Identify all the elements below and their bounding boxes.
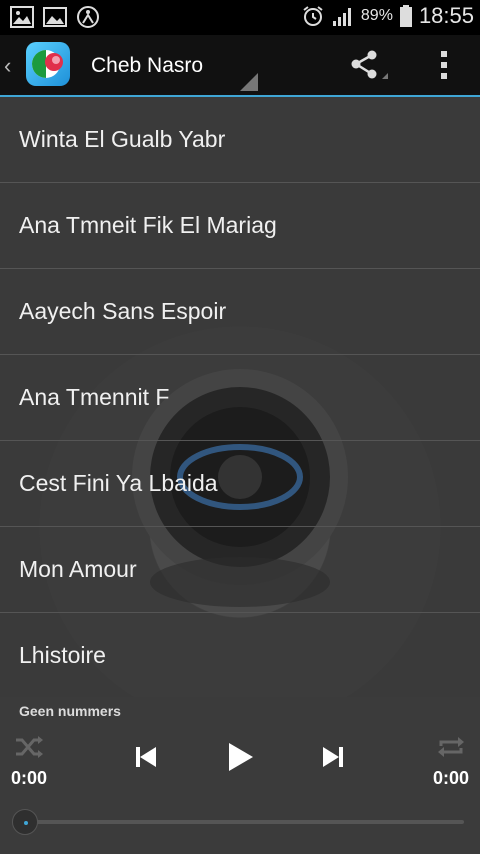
list-item[interactable]: Winta El Gualb Yabr [0,97,480,183]
app-title[interactable]: Cheb Nasro [91,54,203,78]
song-title: Lhistoire [19,642,106,668]
back-chevron-icon[interactable]: ‹ [4,53,11,79]
battery-icon [399,5,412,27]
play-icon[interactable] [219,737,259,777]
alarm-icon [303,6,323,26]
list-item[interactable]: Ana Tmneit Fik El Mariag [0,183,480,269]
list-item[interactable]: Cest Fini Ya Lbaida [0,441,480,527]
now-playing-status: Geen nummers [19,703,121,719]
share-icon[interactable] [348,49,388,83]
song-title: Winta El Gualb Yabr [19,126,226,152]
total-time: 0:00 [432,768,469,788]
song-title: Ana Tmennit F [19,384,170,410]
list-item[interactable]: Mon Amour [0,527,480,613]
list-item[interactable]: Aayech Sans Espoir [0,269,480,355]
action-bar: ‹ Cheb Nasro [0,35,480,95]
overflow-menu-icon[interactable] [436,49,452,81]
list-item[interactable]: Lhistoire [0,613,480,697]
song-title: Mon Amour [19,556,137,582]
previous-icon[interactable] [126,737,166,777]
list-item[interactable]: Ana Tmennit F [0,355,480,441]
song-title: Aayech Sans Espoir [19,298,227,324]
gallery-notification-icon [10,6,34,28]
accessibility-icon [76,6,100,28]
song-title: Cest Fini Ya Lbaida [19,470,218,496]
song-list[interactable]: Winta El Gualb Yabr Ana Tmneit Fik El Ma… [0,97,480,697]
status-bar: 89% 18:55 [0,0,480,35]
repeat-icon[interactable] [436,734,466,760]
player-bar: Geen nummers 0:00 0:00 [0,697,480,854]
seek-thumb[interactable] [12,809,38,835]
song-title: Ana Tmneit Fik El Mariag [19,212,277,238]
seek-bar[interactable] [12,809,468,835]
clock: 18:55 [418,3,474,28]
app-logo[interactable] [26,42,70,86]
shuffle-icon[interactable] [14,734,44,760]
battery-percentage: 89% [360,7,393,24]
dropdown-indicator-icon [240,73,258,91]
signal-icon [332,8,351,26]
elapsed-time: 0:00 [11,768,48,788]
seek-track[interactable] [28,820,464,824]
image-notification-icon [43,6,67,28]
next-icon[interactable] [313,737,353,777]
